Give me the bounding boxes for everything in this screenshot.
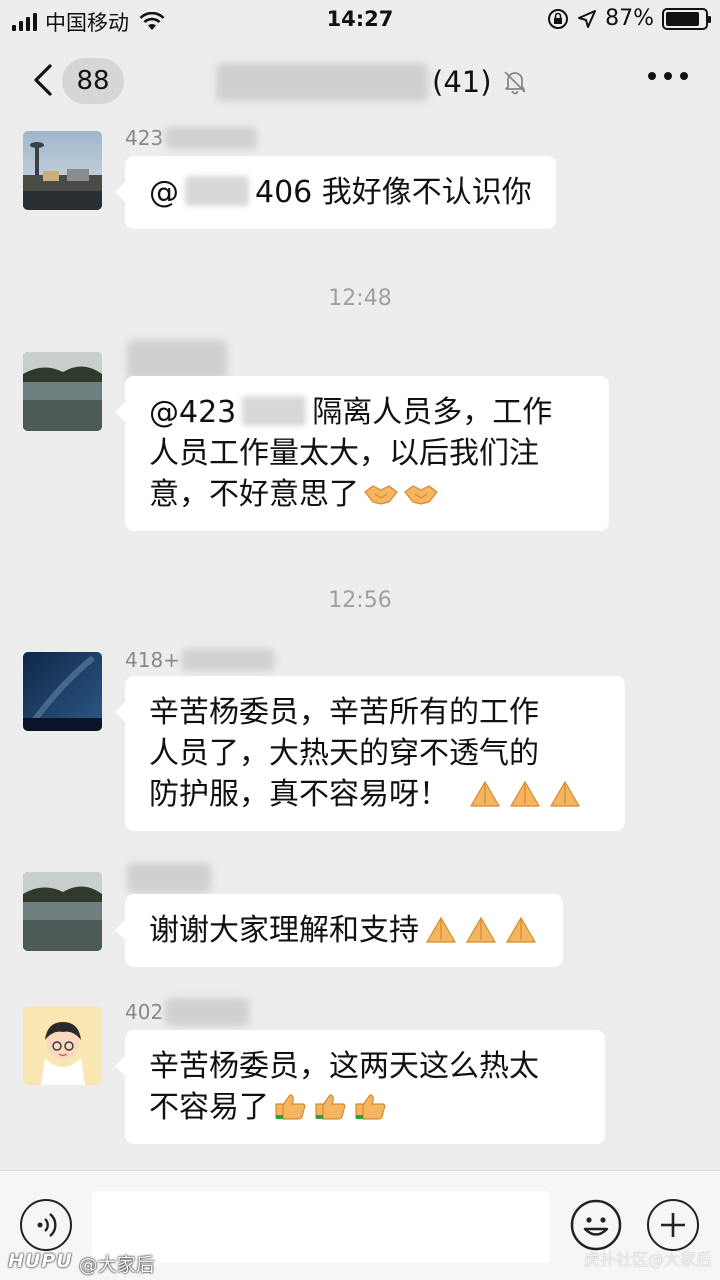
handshake-emoji <box>404 485 438 505</box>
praying-hands-emoji <box>469 780 501 807</box>
chat-header: 88 (41) <box>0 40 720 122</box>
handshake-emoji <box>364 485 398 505</box>
unread-count-badge[interactable]: 88 <box>62 58 124 104</box>
sender-name <box>125 863 211 893</box>
battery-fill <box>666 11 700 26</box>
location-arrow-icon <box>578 9 597 28</box>
praying-hands-emoji <box>509 780 541 807</box>
voice-icon[interactable] <box>20 1199 72 1251</box>
avatar[interactable] <box>23 352 102 431</box>
redacted-name <box>127 863 211 893</box>
battery-icon <box>662 7 711 30</box>
avatar[interactable] <box>23 1006 102 1085</box>
sender-name: 418+ <box>125 646 274 674</box>
message-bubble[interactable]: 辛苦杨委员，这两天这么热太 不容易了 <box>115 1030 605 1144</box>
avatar[interactable] <box>23 652 102 731</box>
sender-name <box>125 340 227 380</box>
redacted-name <box>165 127 258 149</box>
redacted-mention <box>185 176 249 206</box>
avatar[interactable] <box>23 872 102 951</box>
redacted-name <box>127 340 227 380</box>
avatar[interactable] <box>23 131 102 210</box>
redacted-name <box>181 649 274 671</box>
status-bar: 中国移动 14:27 87% <box>0 0 720 40</box>
more-dots-icon[interactable] <box>648 72 688 80</box>
member-count: (41) <box>432 65 492 99</box>
message-bubble[interactable]: @423 隔离人员多，工作 人员工作量太大，以后我们注 意，不好意思了 <box>115 376 609 531</box>
thumbs-up-emoji <box>315 1094 346 1120</box>
rotation-lock-icon <box>548 8 569 29</box>
watermark-brand: HUPU <box>8 1250 73 1272</box>
praying-hands-emoji <box>425 916 457 943</box>
sender-name: 423 <box>125 124 258 152</box>
praying-hands-emoji <box>465 916 497 943</box>
emoji-face-icon[interactable] <box>570 1199 622 1251</box>
mute-bell-icon <box>503 71 526 95</box>
cartoon-boy <box>23 1006 102 1085</box>
thumbs-up-emoji <box>275 1094 306 1120</box>
sender-name: 402 <box>125 998 250 1026</box>
redacted-group-name <box>216 63 428 101</box>
message-input[interactable] <box>92 1191 550 1263</box>
battery-percent: 87% <box>605 6 654 31</box>
tower-city-photo <box>23 131 102 210</box>
lake-photo <box>23 872 102 951</box>
night-sky-photo <box>23 652 102 731</box>
message-bubble[interactable]: 辛苦杨委员，辛苦所有的工作 人员了，大热天的穿不透气的 防护服，真不容易呀！ <box>115 676 625 831</box>
timestamp: 12:48 <box>328 286 392 311</box>
praying-hands-emoji <box>549 780 581 807</box>
message-bubble[interactable]: @406 我好像不认识你 <box>115 156 556 229</box>
status-right: 87% <box>547 6 711 31</box>
lake-photo <box>23 352 102 431</box>
plus-icon[interactable] <box>647 1199 699 1251</box>
thumbs-up-emoji <box>355 1094 386 1120</box>
redacted-mention <box>242 396 307 426</box>
chevron-left-icon[interactable] <box>26 60 66 100</box>
praying-hands-emoji <box>505 916 537 943</box>
message-bubble[interactable]: 谢谢大家理解和支持 <box>115 894 563 967</box>
watermark-user: @大家后 <box>78 1254 155 1276</box>
watermark-left: HUPU @大家后 <box>8 1250 155 1277</box>
timestamp: 12:56 <box>328 588 392 613</box>
watermark-right: 虎扑社区@大家后 <box>583 1250 712 1269</box>
chat-messages: 423 @406 我好像不认识你 12:48 @423 隔离人员多，工作 人员工作… <box>0 122 720 1170</box>
redacted-name <box>165 998 250 1026</box>
chat-title: (41) <box>216 60 528 104</box>
